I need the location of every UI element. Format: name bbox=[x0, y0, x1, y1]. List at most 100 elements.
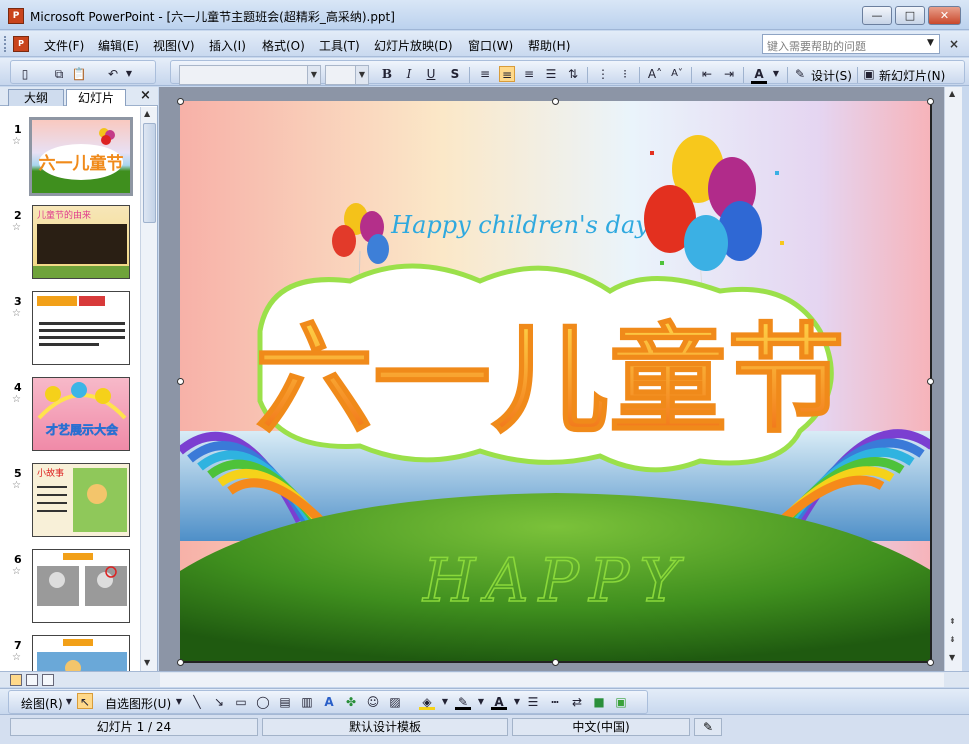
oval-icon[interactable]: ◯ bbox=[255, 694, 271, 710]
close-button[interactable]: ✕ bbox=[928, 6, 961, 25]
bullets-icon[interactable]: ⁝ bbox=[617, 66, 633, 82]
font-size-select[interactable]: ▼ bbox=[325, 65, 369, 85]
slide-thumbnail-row[interactable]: 7 ☆ bbox=[0, 635, 140, 671]
menu-insert[interactable]: 插入(I) bbox=[209, 37, 246, 54]
arrow-icon[interactable]: ↘ bbox=[211, 694, 227, 710]
slide-thumbnail-row[interactable]: 6 ☆ bbox=[0, 549, 140, 631]
font-dropdown-icon[interactable]: ▼ bbox=[307, 66, 320, 84]
align-right-icon[interactable]: ≡ bbox=[521, 66, 537, 82]
draw-menu-button[interactable]: 绘图(R) bbox=[21, 695, 63, 712]
resize-handle[interactable] bbox=[927, 659, 934, 666]
design-icon[interactable]: ✎ bbox=[792, 66, 808, 82]
text-direction-icon[interactable]: ⇅ bbox=[565, 66, 581, 82]
new-slide-button[interactable]: 新幻灯片(N) bbox=[879, 67, 945, 84]
slide-thumbnail-1[interactable]: 六一儿童节 bbox=[29, 117, 133, 196]
menu-tools[interactable]: 工具(T) bbox=[319, 37, 360, 54]
decrease-font-icon[interactable]: A˅ bbox=[669, 66, 685, 82]
tab-slides[interactable]: 幻灯片 bbox=[66, 89, 126, 106]
dash-style-icon[interactable]: ┅ bbox=[547, 694, 563, 710]
menu-slideshow[interactable]: 幻灯片放映(D) bbox=[374, 37, 453, 54]
resize-handle[interactable] bbox=[177, 98, 184, 105]
slide-thumbnail-6[interactable] bbox=[32, 549, 130, 623]
justify-icon[interactable]: ☰ bbox=[543, 66, 559, 82]
copy-icon[interactable]: ⧉ bbox=[51, 66, 67, 82]
new-slide-icon[interactable]: ▣ bbox=[861, 66, 877, 82]
autoshapes-button[interactable]: 自选图形(U) bbox=[105, 695, 171, 712]
help-dropdown-icon[interactable]: ▼ bbox=[927, 38, 934, 48]
slide-thumbnail-5[interactable]: 小故事 bbox=[32, 463, 130, 537]
slide-thumbnail-row[interactable]: 3 ☆ bbox=[0, 291, 140, 373]
slide-vertical-scrollbar[interactable]: ▲ ⇞ ⇟ ▼ bbox=[944, 87, 962, 671]
scroll-down-icon[interactable]: ▼ bbox=[949, 653, 955, 662]
line-icon[interactable]: ╲ bbox=[189, 694, 205, 710]
align-left-icon[interactable]: ≡ bbox=[477, 66, 493, 82]
scroll-down-icon[interactable]: ▼ bbox=[144, 658, 150, 667]
italic-button[interactable]: I bbox=[401, 66, 417, 82]
menu-format[interactable]: 格式(O) bbox=[262, 37, 305, 54]
resize-handle[interactable] bbox=[177, 378, 184, 385]
toolbar-grip[interactable] bbox=[4, 36, 8, 52]
resize-handle[interactable] bbox=[552, 659, 559, 666]
slide-thumbnail-row[interactable]: 4 ☆ 才艺展示大会 bbox=[0, 377, 140, 459]
clipart-icon[interactable]: ☺ bbox=[365, 694, 381, 710]
resize-handle[interactable] bbox=[927, 98, 934, 105]
thumbnails-scrollbar[interactable]: ▲ ▼ bbox=[140, 107, 157, 671]
align-center-icon[interactable]: ≡ bbox=[499, 66, 515, 82]
picture-icon[interactable]: ▨ bbox=[387, 694, 403, 710]
line-style-icon[interactable]: ☰ bbox=[525, 694, 541, 710]
bold-button[interactable]: B bbox=[379, 66, 395, 82]
resize-handle[interactable] bbox=[927, 378, 934, 385]
fill-color-dropdown-icon[interactable]: ▼ bbox=[437, 694, 453, 710]
font-color-button[interactable]: A bbox=[751, 66, 767, 84]
menu-edit[interactable]: 编辑(E) bbox=[98, 37, 139, 54]
slide-sorter-view-button[interactable] bbox=[26, 674, 38, 686]
menu-help[interactable]: 帮助(H) bbox=[528, 37, 570, 54]
textbox-icon[interactable]: ▤ bbox=[277, 694, 293, 710]
underline-button[interactable]: U bbox=[423, 66, 439, 82]
pane-close-button[interactable]: × bbox=[140, 88, 151, 103]
vertical-textbox-icon[interactable]: ▥ bbox=[299, 694, 315, 710]
resize-handle[interactable] bbox=[177, 659, 184, 666]
slide-thumbnail-row[interactable]: 1 ☆ 六一儿童节 bbox=[0, 117, 140, 201]
decrease-indent-icon[interactable]: ⇤ bbox=[699, 66, 715, 82]
size-dropdown-icon[interactable]: ▼ bbox=[355, 66, 368, 84]
scroll-thumb[interactable] bbox=[143, 123, 156, 223]
design-button[interactable]: 设计(S) bbox=[811, 67, 852, 84]
scroll-up-icon[interactable]: ▲ bbox=[949, 89, 955, 98]
next-slide-icon[interactable]: ⇟ bbox=[949, 635, 956, 644]
shadow-button[interactable]: S bbox=[447, 66, 463, 82]
current-slide[interactable]: Happy children's day 六一儿童节 HAPPY bbox=[180, 101, 932, 663]
line-color-dropdown-icon[interactable]: ▼ bbox=[473, 694, 489, 710]
shadow-style-icon[interactable]: ■ bbox=[591, 694, 607, 710]
minimize-button[interactable]: — bbox=[862, 6, 892, 25]
draw-font-color-dropdown-icon[interactable]: ▼ bbox=[509, 694, 525, 710]
autoshapes-dropdown-icon[interactable]: ▼ bbox=[171, 694, 187, 710]
slide-thumbnail-row[interactable]: 2 ☆ 儿童节的由来 bbox=[0, 205, 140, 287]
paste-icon[interactable]: 📋 bbox=[71, 66, 87, 82]
new-file-icon[interactable]: ▯ bbox=[17, 66, 33, 82]
menu-window[interactable]: 窗口(W) bbox=[468, 37, 513, 54]
line-color-icon[interactable]: ✎ bbox=[455, 694, 471, 710]
increase-font-icon[interactable]: A˄ bbox=[647, 66, 663, 82]
document-icon[interactable]: P bbox=[13, 36, 29, 52]
spelling-status-icon[interactable]: ✎ bbox=[694, 718, 722, 736]
menu-file[interactable]: 文件(F) bbox=[44, 37, 84, 54]
increase-indent-icon[interactable]: ⇥ bbox=[721, 66, 737, 82]
slide-thumbnail-row[interactable]: 5 ☆ 小故事 bbox=[0, 463, 140, 545]
diagram-icon[interactable]: ✤ bbox=[343, 694, 359, 710]
undo-icon[interactable]: ↶ bbox=[105, 66, 121, 82]
document-close-button[interactable]: × bbox=[949, 37, 959, 51]
numbering-icon[interactable]: ⋮ bbox=[595, 66, 611, 82]
rectangle-icon[interactable]: ▭ bbox=[233, 694, 249, 710]
slide-thumbnail-2[interactable]: 儿童节的由来 bbox=[32, 205, 130, 279]
maximize-button[interactable]: □ bbox=[895, 6, 925, 25]
slideshow-view-button[interactable] bbox=[42, 674, 54, 686]
menu-view[interactable]: 视图(V) bbox=[153, 37, 195, 54]
wordart-icon[interactable]: A bbox=[321, 694, 337, 710]
font-name-select[interactable]: ▼ bbox=[179, 65, 321, 85]
undo-dropdown-icon[interactable]: ▼ bbox=[121, 66, 137, 82]
tab-outline[interactable]: 大纲 bbox=[8, 89, 64, 106]
slide-thumbnail-7[interactable] bbox=[32, 635, 130, 671]
arrow-style-icon[interactable]: ⇄ bbox=[569, 694, 585, 710]
help-search-input[interactable]: 键入需要帮助的问题 bbox=[762, 34, 940, 54]
